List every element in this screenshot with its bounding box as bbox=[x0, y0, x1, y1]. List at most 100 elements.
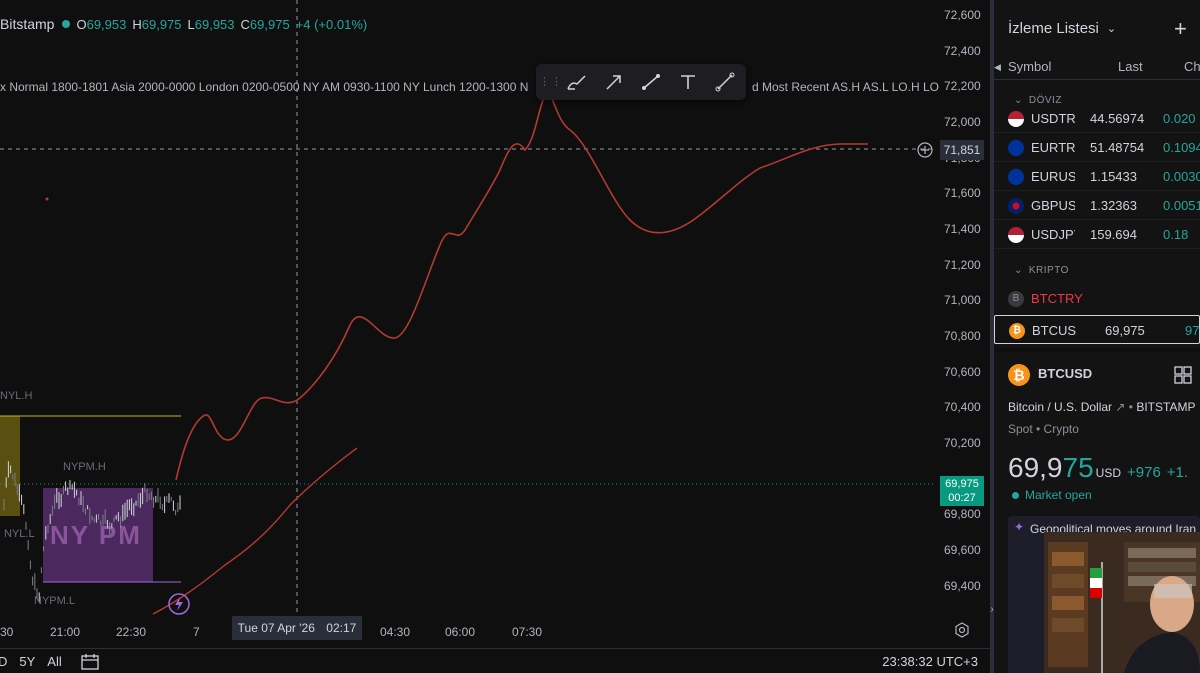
row-last: 1.15433 bbox=[1090, 169, 1137, 184]
uk-flag-icon bbox=[1008, 198, 1024, 214]
row-chg: 976 bbox=[1185, 323, 1200, 338]
last-price-label: 69,975 00:27 bbox=[940, 476, 984, 506]
eu-flag-icon bbox=[1008, 140, 1024, 156]
us-flag-icon bbox=[1008, 111, 1024, 127]
row-last: 69,975 bbox=[1105, 323, 1145, 338]
legend-h-label: H bbox=[132, 16, 142, 32]
detail-name[interactable]: Bitcoin / U.S. Dollar bbox=[1008, 400, 1112, 414]
nypm-low-label: NYPM.L bbox=[34, 595, 75, 607]
watchlist-row-gbpusd[interactable]: GBPUSD 1.32363 0.0051 bbox=[994, 191, 1200, 220]
nyl-high-label: NYL.H bbox=[0, 390, 33, 402]
add-alert-plus-icon[interactable] bbox=[916, 141, 934, 159]
row-symbol: EURUSD bbox=[1031, 169, 1075, 184]
time-tick: 22:30 bbox=[116, 625, 147, 639]
legend-o-value: 69,953 bbox=[86, 16, 127, 32]
row-symbol: BTCUSD bbox=[1032, 323, 1076, 338]
price-highlight: 75 bbox=[1062, 452, 1094, 483]
bitcoin-icon: ₿ bbox=[1009, 323, 1025, 339]
time-tick: 30 bbox=[0, 625, 14, 639]
column-chg[interactable]: Chg bbox=[1184, 59, 1200, 74]
price-tick: 70,200 bbox=[944, 436, 981, 450]
row-last: 44.56974 bbox=[1090, 111, 1145, 126]
watchlist-row-usdtry[interactable]: USDTRY 44.56974 0.020 bbox=[994, 104, 1200, 133]
drag-grip-icon[interactable]: ⋮⋮ bbox=[539, 72, 562, 92]
chevron-down-icon: ⌄ bbox=[1106, 23, 1117, 35]
watchlist-title-button[interactable]: İzleme Listesi ⌄ bbox=[1008, 20, 1116, 37]
row-last: 1.32363 bbox=[1090, 198, 1137, 213]
market-open-dot bbox=[62, 20, 71, 28]
time-tick: 04:30 bbox=[380, 625, 411, 639]
line-tool-icon[interactable] bbox=[706, 67, 743, 97]
utc-clock[interactable]: 23:38:32 UTC+3 bbox=[882, 654, 978, 669]
price-change: +976 bbox=[1127, 464, 1161, 481]
legend-change: +4 (+0.01%) bbox=[295, 16, 368, 32]
legend-c-label: C bbox=[240, 16, 250, 32]
price-tick: 72,000 bbox=[944, 115, 981, 129]
column-symbol[interactable]: Symbol bbox=[1008, 59, 1051, 74]
price-axis[interactable]: 72,600 72,400 72,200 72,000 71,800 71,60… bbox=[936, 0, 990, 615]
lightning-alert-icon[interactable] bbox=[166, 591, 192, 617]
watchlist-row-btctry[interactable]: B BTCTRY bbox=[994, 284, 1200, 313]
floating-drawing-toolbar[interactable]: ⋮⋮ bbox=[536, 64, 746, 100]
row-chg: 0.1094 bbox=[1163, 140, 1200, 155]
trend-line-tool-icon[interactable] bbox=[632, 67, 669, 97]
legend-l-value: 69,953 bbox=[194, 16, 235, 32]
market-status: Market open bbox=[1012, 488, 1092, 502]
chart-pane[interactable]: Bitstamp O 69,953 H 69,975 L 69,953 C 69,975… bbox=[0, 0, 990, 673]
stray-marker bbox=[45, 197, 49, 201]
bottom-toolbar: D 5Y All 23:38:32 UTC+3 bbox=[0, 648, 990, 673]
crosshair-price-label: 71,851 bbox=[940, 140, 984, 160]
nypm-high-label: NYPM.H bbox=[63, 461, 106, 473]
range-button-all[interactable]: All bbox=[47, 654, 61, 669]
trend-line bbox=[152, 447, 358, 615]
time-tick: 21:00 bbox=[50, 625, 81, 639]
price-tick: 70,600 bbox=[944, 365, 981, 379]
watchlist-row-btcusd[interactable]: ₿ BTCUSD 69,975 976 bbox=[994, 315, 1200, 344]
row-last: 51.48754 bbox=[1090, 140, 1145, 155]
price-tick: 72,200 bbox=[944, 79, 981, 93]
legend-c-value: 69,975 bbox=[249, 16, 290, 32]
section-kripto[interactable]: KRIPTO bbox=[1014, 265, 1069, 276]
row-symbol: EURTRY bbox=[1031, 140, 1075, 155]
grid-icon[interactable] bbox=[1172, 364, 1194, 386]
price-chart[interactable] bbox=[0, 0, 990, 673]
session-indicator-legend[interactable]: x Normal 1800-1801 Asia 2000-0000 London… bbox=[0, 80, 939, 94]
price-main: 69,9 bbox=[1008, 452, 1063, 483]
range-button-5y[interactable]: 5Y bbox=[19, 654, 35, 669]
detail-ticker[interactable]: BTCUSD bbox=[1038, 366, 1092, 381]
indicator-text-right: d Most Recent AS.H AS.L LO.H LO bbox=[752, 80, 939, 94]
watchlist-row-eurusd[interactable]: EURUSD 1.15433 0.0030 bbox=[994, 162, 1200, 191]
watchlist-title: İzleme Listesi bbox=[1008, 20, 1099, 37]
price-tick: 72,600 bbox=[944, 8, 981, 22]
price-change-pct: +1. bbox=[1166, 464, 1189, 481]
external-link-icon[interactable]: ↗ bbox=[1115, 400, 1125, 414]
symbol-detail-panel: ₿ BTCUSD Bitcoin / U.S. Dollar ↗ • BITST… bbox=[994, 348, 1200, 673]
text-tool-icon[interactable] bbox=[669, 67, 706, 97]
detail-exchange[interactable]: BITSTAMP bbox=[1136, 400, 1195, 414]
date-range-calendar-icon[interactable] bbox=[80, 653, 100, 671]
row-chg: 0.18 bbox=[1163, 227, 1189, 242]
detail-description: Bitcoin / U.S. Dollar ↗ • BITSTAMP bbox=[1008, 400, 1196, 414]
crosshair-time-label: Tue 07 Apr '26 02:17 bbox=[232, 616, 362, 640]
collapse-triangle-icon[interactable]: ◀ bbox=[994, 62, 1001, 73]
add-symbol-plus-icon[interactable]: + bbox=[1174, 16, 1187, 42]
price-tick: 71,200 bbox=[944, 258, 981, 272]
range-button-d[interactable]: D bbox=[0, 654, 7, 669]
chart-settings-gear-icon[interactable] bbox=[953, 621, 971, 639]
legend-symbol[interactable]: Bitstamp bbox=[0, 16, 54, 32]
brush-tool-icon[interactable] bbox=[558, 67, 595, 97]
time-axis[interactable]: 30 21:00 22:30 7 04:30 06:00 07:30 bbox=[0, 616, 990, 646]
price-tick: 72,400 bbox=[944, 44, 981, 58]
crosshair-date: Tue 07 Apr '26 bbox=[237, 621, 315, 635]
watchlist-row-usdjpy[interactable]: USDJPY 159.694 0.18 bbox=[994, 220, 1200, 249]
crosshair-time: 02:17 bbox=[326, 621, 357, 635]
watchlist-row-eurtry[interactable]: EURTRY 51.48754 0.1094 bbox=[994, 133, 1200, 162]
row-chg: 0.020 bbox=[1163, 111, 1196, 126]
column-last[interactable]: Last bbox=[1118, 59, 1143, 74]
webcam-video-overlay[interactable] bbox=[1044, 532, 1200, 673]
price-tick: 69,800 bbox=[944, 507, 981, 521]
arrow-tool-icon[interactable] bbox=[595, 67, 632, 97]
indicator-text-left: x Normal 1800-1801 Asia 2000-0000 London… bbox=[0, 80, 529, 94]
watchlist-column-headers: ◀ Symbol Last Chg bbox=[994, 56, 1200, 80]
time-tick: 07:30 bbox=[512, 625, 543, 639]
